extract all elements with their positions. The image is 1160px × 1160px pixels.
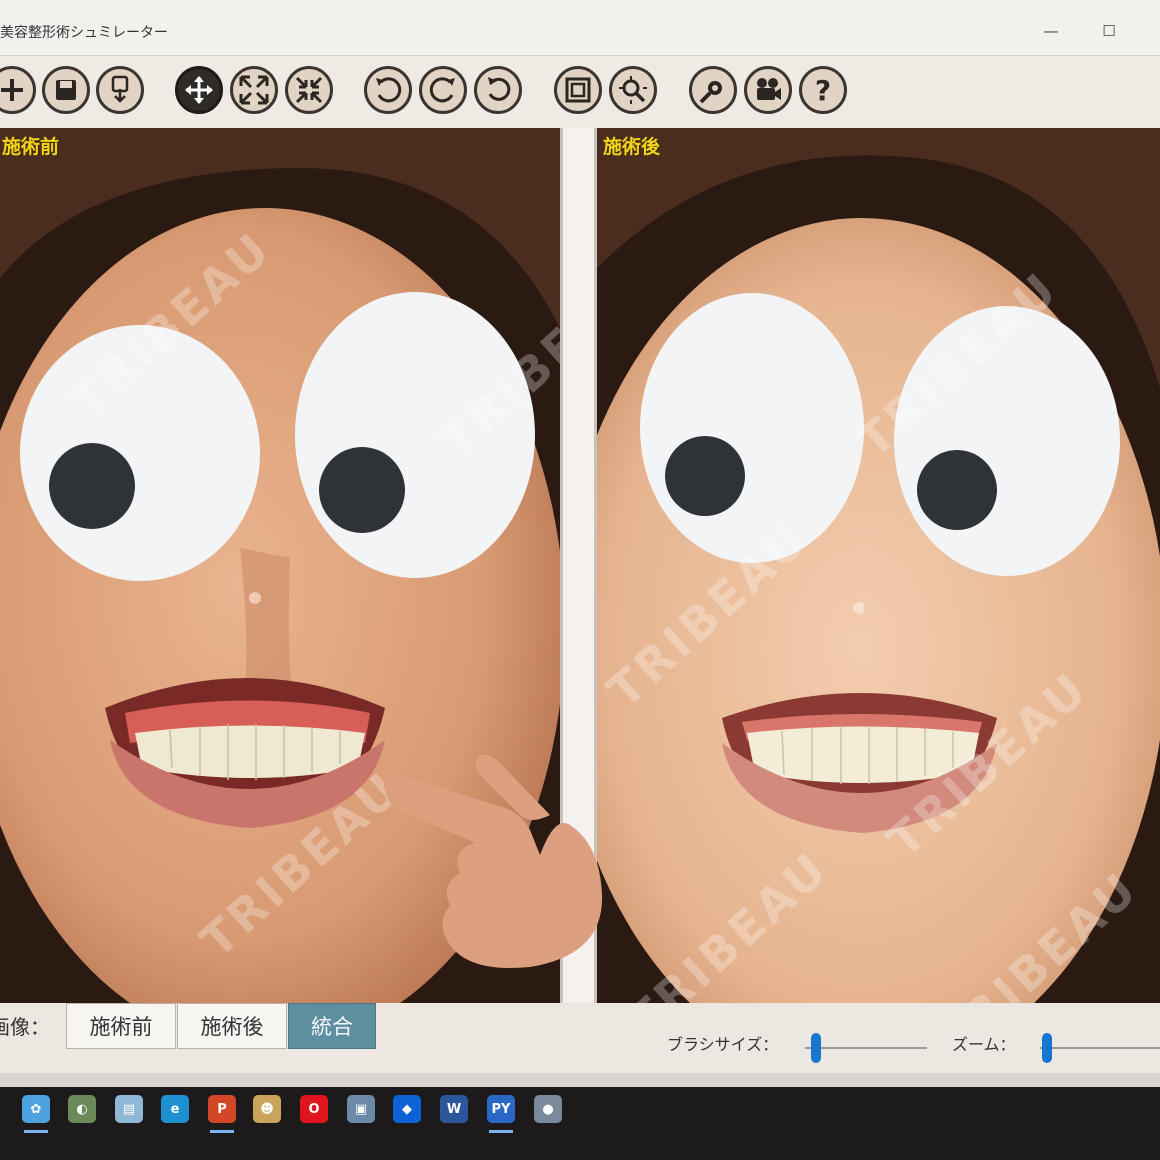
video-camera-icon xyxy=(757,78,781,100)
toolbar: ? xyxy=(0,56,1160,128)
brush-size-slider-thumb[interactable] xyxy=(810,1033,821,1063)
os-taskbar: ✿ ◐ ▤ e P ☻ O ▣ ◆ W PY ● xyxy=(0,1073,1160,1160)
taskbar-edge xyxy=(0,1073,1160,1087)
save-as-button[interactable] xyxy=(96,66,144,114)
after-image-panel[interactable]: 施術後 TRIBEAU TRIBEAU TRIBEAU TRIBEAU TRIB… xyxy=(597,128,1160,1003)
fit-window-icon xyxy=(565,77,591,103)
notepad-app-icon[interactable]: ▤ xyxy=(115,1095,143,1123)
dropbox-icon[interactable]: ◆ xyxy=(393,1095,421,1123)
expand-button[interactable] xyxy=(230,66,278,114)
reset-rotation-button[interactable] xyxy=(474,66,522,114)
rotate-left-button[interactable] xyxy=(364,66,412,114)
rotate-left-icon xyxy=(376,77,402,103)
zoom-slider-thumb[interactable] xyxy=(1042,1033,1053,1063)
title-bar: 美容整形術シュミレーター — ☐ xyxy=(0,0,1160,56)
zoom-search-button[interactable] xyxy=(609,66,657,114)
pointing-hand-icon xyxy=(383,755,603,969)
word-icon[interactable]: W xyxy=(440,1095,468,1123)
app-window: 美容整形術シュミレーター — ☐ ? 施術前 TRIBEAU TRIBEAU 施… xyxy=(0,0,1160,1160)
after-face-photo xyxy=(597,128,1160,1003)
python-app-icon[interactable]: PY xyxy=(487,1095,515,1133)
help-button[interactable]: ? xyxy=(799,66,847,114)
mode-before-button[interactable]: 施術前 xyxy=(66,1003,176,1049)
add-button[interactable] xyxy=(0,66,36,114)
reset-rotation-icon xyxy=(488,77,511,101)
brush-size-label: ブラシサイズ： xyxy=(667,1035,779,1054)
video-camera-button[interactable] xyxy=(744,66,792,114)
zoom-search-icon xyxy=(619,76,647,104)
fit-window-button[interactable] xyxy=(554,66,602,114)
rotate-right-icon xyxy=(429,77,455,103)
mode-after-button[interactable]: 施術後 xyxy=(177,1003,287,1049)
brush-size-slider[interactable] xyxy=(805,1033,927,1063)
save-icon xyxy=(56,80,76,100)
before-panel-label: 施術前 xyxy=(2,136,60,158)
edge-browser-icon[interactable]: e xyxy=(161,1095,189,1123)
mode-combined-button[interactable]: 統合 xyxy=(288,1003,376,1049)
settings-icon xyxy=(699,81,722,104)
move-icon xyxy=(185,76,213,104)
bottom-control-bar: 画像： 施術前 施術後 統合 ブラシサイズ： ズーム： xyxy=(0,1003,1160,1073)
powerpoint-icon[interactable]: P xyxy=(208,1095,236,1133)
image-mode-label: 画像： xyxy=(0,1015,50,1039)
zoom-slider[interactable] xyxy=(1040,1033,1160,1063)
butterfly-app-icon[interactable]: ✿ xyxy=(22,1095,50,1133)
move-button[interactable] xyxy=(175,66,223,114)
remote-desktop-icon[interactable]: ▣ xyxy=(347,1095,375,1123)
shrink-button[interactable] xyxy=(285,66,333,114)
media-player-icon[interactable]: ● xyxy=(534,1095,562,1123)
help-icon: ? xyxy=(814,73,832,107)
settings-button[interactable] xyxy=(689,66,737,114)
paint-app-icon[interactable]: ◐ xyxy=(68,1095,96,1123)
expand-icon xyxy=(239,75,269,105)
add-icon xyxy=(1,79,23,101)
people-app-icon[interactable]: ☻ xyxy=(253,1095,281,1123)
after-panel-label: 施術後 xyxy=(603,136,661,158)
save-button[interactable] xyxy=(42,66,90,114)
opera-browser-icon[interactable]: O xyxy=(300,1095,328,1123)
rotate-right-button[interactable] xyxy=(419,66,467,114)
minimize-button[interactable]: — xyxy=(1040,22,1062,40)
maximize-button[interactable]: ☐ xyxy=(1098,22,1120,40)
zoom-label: ズーム： xyxy=(952,1035,1016,1054)
window-title: 美容整形術シュミレーター xyxy=(0,25,168,41)
save-as-icon xyxy=(111,75,129,103)
shrink-icon xyxy=(295,76,323,104)
